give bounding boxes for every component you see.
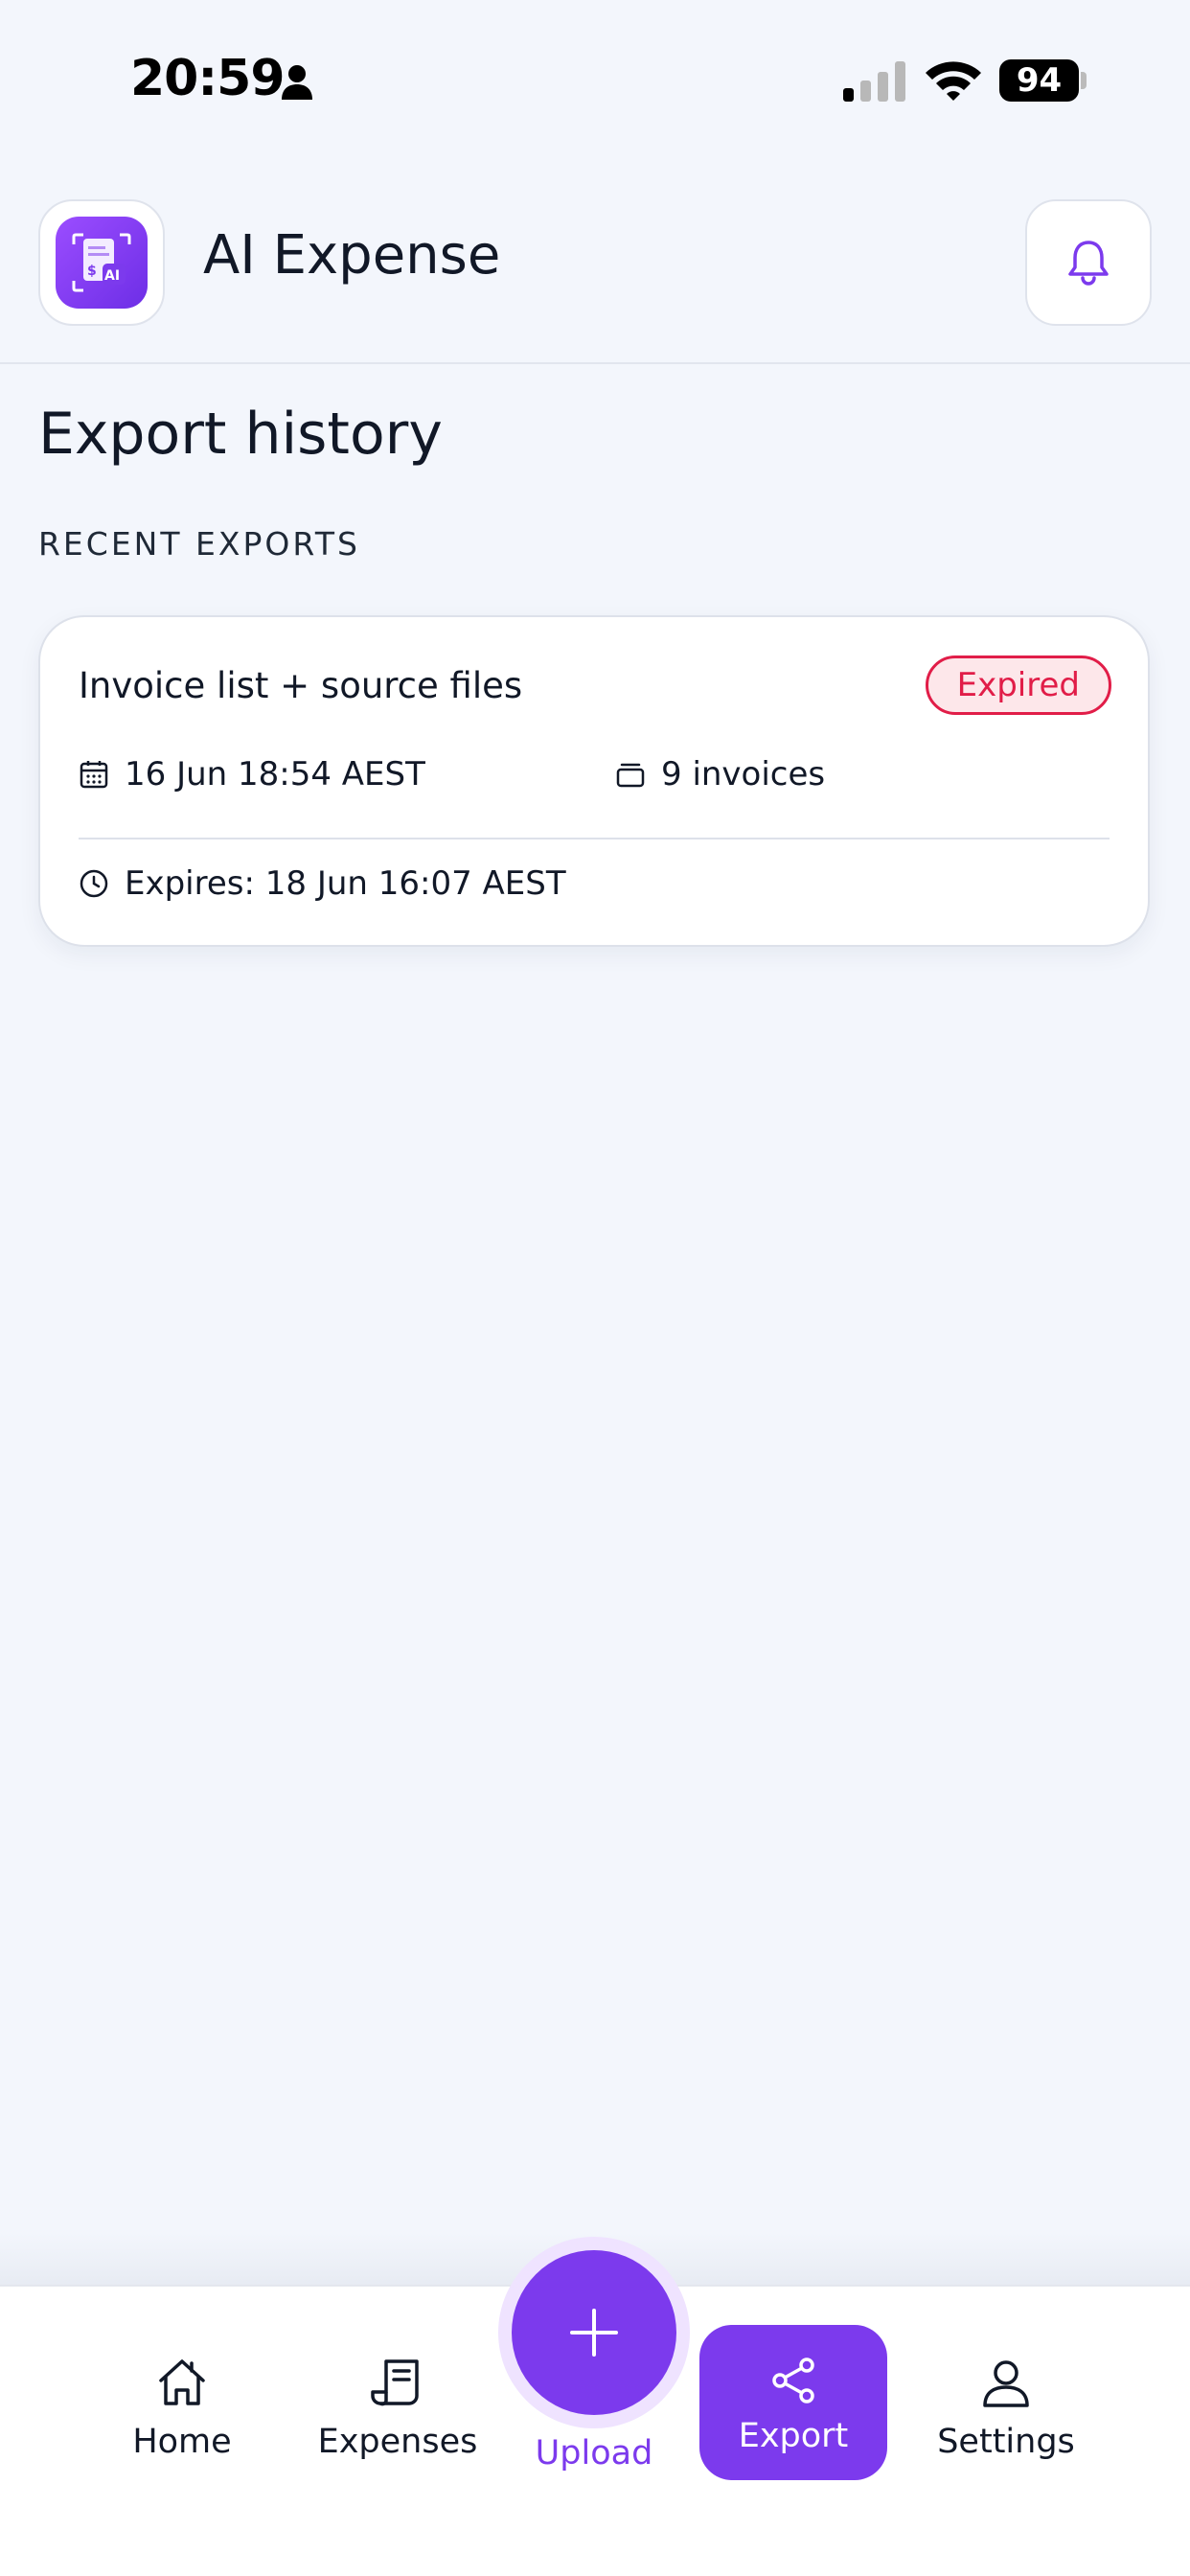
- nav-upload-label[interactable]: Upload: [498, 2434, 690, 2472]
- export-count: 9 invoices: [615, 755, 825, 794]
- export-expiry-text: Expires: 18 Jun 16:07 AEST: [125, 864, 566, 903]
- notifications-button[interactable]: [1025, 199, 1152, 326]
- export-date: 16 Jun 18:54 AEST: [79, 755, 425, 794]
- export-count-text: 9 invoices: [661, 755, 826, 794]
- section-label: RECENT EXPORTS: [38, 525, 360, 563]
- stack-icon: [616, 763, 645, 788]
- nav-settings[interactable]: Settings: [929, 2354, 1083, 2461]
- export-history-screen: 20:59 94 $ AI AI Expense Export history …: [0, 0, 1190, 2576]
- app-title: AI Expense: [203, 224, 501, 287]
- nav-home-label: Home: [132, 2423, 232, 2461]
- cellular-signal-icon: [843, 61, 905, 102]
- battery-cap: [1081, 72, 1087, 89]
- user-icon: [983, 2360, 1029, 2407]
- battery-indicator: 94: [999, 59, 1079, 102]
- nav-settings-label: Settings: [937, 2423, 1075, 2461]
- svg-text:AI: AI: [104, 268, 120, 284]
- export-date-text: 16 Jun 18:54 AEST: [125, 755, 425, 794]
- status-bar: 20:59 94: [0, 0, 1190, 163]
- person-icon: [282, 65, 312, 100]
- page-title: Export history: [38, 401, 443, 468]
- upload-button[interactable]: [512, 2250, 676, 2415]
- nav-expenses[interactable]: Expenses: [316, 2354, 479, 2461]
- share-icon: [772, 2358, 814, 2404]
- nav-expenses-label: Expenses: [317, 2423, 478, 2461]
- home-icon: [159, 2359, 205, 2405]
- status-badge: Expired: [925, 656, 1111, 715]
- calendar-icon: [80, 761, 108, 789]
- nav-export[interactable]: Export: [699, 2325, 887, 2480]
- plus-icon: [570, 2309, 618, 2357]
- receipt-icon: [371, 2359, 419, 2406]
- export-title: Invoice list + source files: [79, 665, 523, 706]
- receipt-ai-icon: $ AI: [56, 217, 148, 309]
- svg-text:$: $: [87, 264, 97, 279]
- clock-icon: [80, 869, 108, 898]
- nav-export-label: Export: [738, 2417, 849, 2455]
- nav-home[interactable]: Home: [125, 2354, 240, 2461]
- card-divider: [79, 838, 1110, 840]
- app-logo: $ AI: [38, 199, 165, 326]
- status-time: 20:59: [130, 50, 286, 107]
- app-header: $ AI AI Expense: [0, 163, 1190, 364]
- export-expiry: Expires: 18 Jun 16:07 AEST: [79, 864, 566, 903]
- export-card[interactable]: Invoice list + source files Expired 16 J…: [38, 615, 1150, 947]
- wifi-icon: [926, 61, 981, 101]
- bell-icon: [1068, 241, 1109, 286]
